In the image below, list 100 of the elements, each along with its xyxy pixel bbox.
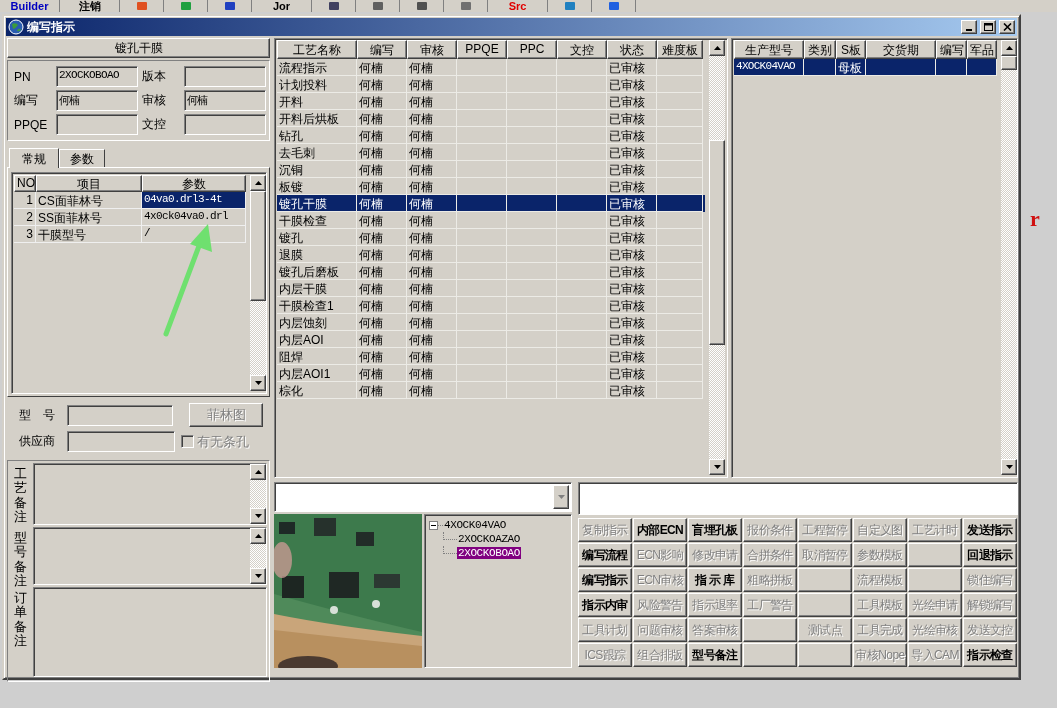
column-header[interactable]: 编写 bbox=[936, 40, 967, 59]
table-row[interactable]: 内层AOI 何楠 何楠 已审核 bbox=[277, 331, 705, 348]
collapse-icon[interactable] bbox=[429, 520, 443, 530]
close-button[interactable] bbox=[999, 20, 1015, 34]
table-row[interactable]: 退膜 何楠 何楠 已审核 bbox=[277, 246, 705, 263]
column-header[interactable]: 审核 bbox=[407, 40, 457, 59]
column-header[interactable]: PPC bbox=[507, 40, 557, 59]
scroll-down-button[interactable] bbox=[250, 568, 266, 584]
scroll-up-button[interactable] bbox=[250, 175, 266, 191]
scrollbar[interactable] bbox=[250, 175, 266, 391]
text-field[interactable]: 何楠 bbox=[184, 90, 266, 111]
tree-item[interactable]: 2XOCKOBOAO bbox=[457, 547, 521, 559]
table-row[interactable]: 内层AOI1 何楠 何楠 已审核 bbox=[277, 365, 705, 382]
column-header[interactable]: 文控 bbox=[557, 40, 607, 59]
table-row[interactable]: 去毛刺 何楠 何楠 已审核 bbox=[277, 144, 705, 161]
text-field[interactable] bbox=[578, 482, 1018, 515]
tree-item[interactable]: 4XOCK04VAO bbox=[443, 519, 507, 531]
maximize-button[interactable] bbox=[980, 20, 996, 34]
dropdown-button[interactable] bbox=[553, 485, 569, 509]
action-button[interactable]: 指 示 库 bbox=[688, 568, 742, 592]
column-header[interactable]: 参数 bbox=[142, 175, 246, 192]
action-button[interactable]: 编写指示 bbox=[578, 568, 632, 592]
table-row[interactable]: 镀孔后磨板 何楠 何楠 已审核 bbox=[277, 263, 705, 280]
table-cell[interactable]: 04va0.drl3-4t bbox=[142, 192, 246, 209]
toolbar-item[interactable]: 注销 bbox=[60, 0, 120, 12]
memo-field[interactable] bbox=[33, 527, 267, 585]
column-header[interactable]: 状态 bbox=[607, 40, 657, 59]
column-header[interactable]: 生产型号 bbox=[734, 40, 804, 59]
column-header[interactable]: NO bbox=[14, 175, 36, 192]
scrollbar-thumb[interactable] bbox=[709, 140, 725, 345]
table-row[interactable]: 钻孔 何楠 何楠 已审核 bbox=[277, 127, 705, 144]
table-row[interactable]: 镀孔 何楠 何楠 已审核 bbox=[277, 229, 705, 246]
memo-field[interactable] bbox=[33, 463, 267, 525]
toolbar-item[interactable]: Jor bbox=[252, 0, 312, 12]
table-row[interactable]: 阻焊 何楠 何楠 已审核 bbox=[277, 348, 705, 365]
tab[interactable]: 参数 bbox=[59, 149, 105, 167]
table-row[interactable]: 干膜检查1 何楠 何楠 已审核 bbox=[277, 297, 705, 314]
toolbar-icon[interactable] bbox=[607, 2, 620, 10]
scroll-down-button[interactable] bbox=[1001, 459, 1017, 475]
action-button[interactable]: 内部ECN bbox=[633, 518, 687, 542]
dropdown-field[interactable] bbox=[274, 482, 572, 512]
scroll-up-button[interactable] bbox=[250, 528, 266, 544]
scroll-up-button[interactable] bbox=[1001, 40, 1017, 56]
text-field[interactable] bbox=[184, 114, 266, 135]
action-button[interactable]: 盲埋孔板 bbox=[688, 518, 742, 542]
toolbar-icon[interactable] bbox=[371, 2, 384, 10]
column-header[interactable]: 交货期 bbox=[866, 40, 936, 59]
scrollbar[interactable] bbox=[250, 464, 266, 524]
scrollbar[interactable] bbox=[709, 40, 725, 475]
table-row[interactable]: 开料 何楠 何楠 已审核 bbox=[277, 93, 705, 110]
table-row[interactable]: 计划投料 何楠 何楠 已审核 bbox=[277, 76, 705, 93]
scroll-up-button[interactable] bbox=[709, 40, 725, 56]
text-field[interactable]: 2XOCKOBOAO bbox=[56, 66, 138, 87]
action-button[interactable]: 指示检查 bbox=[963, 643, 1017, 667]
column-header[interactable]: 项目 bbox=[36, 175, 142, 192]
action-button[interactable]: 指示内审 bbox=[578, 593, 632, 617]
table-row[interactable]: 棕化 何楠 何楠 已审核 bbox=[277, 382, 705, 399]
scrollbar-thumb[interactable] bbox=[1001, 56, 1017, 70]
toolbar-icon[interactable] bbox=[459, 2, 472, 10]
column-header[interactable]: S板 bbox=[836, 40, 866, 59]
text-field[interactable] bbox=[67, 431, 175, 452]
scrollbar[interactable] bbox=[1001, 40, 1017, 475]
text-field[interactable] bbox=[56, 114, 138, 135]
table-row[interactable]: 流程指示 何楠 何楠 已审核 bbox=[277, 59, 705, 76]
toolbar-item[interactable]: Builder bbox=[0, 0, 60, 12]
memo-field[interactable] bbox=[33, 587, 267, 677]
scrollbar-thumb[interactable] bbox=[250, 191, 266, 301]
column-header[interactable]: 军品 bbox=[967, 40, 997, 59]
text-field[interactable] bbox=[184, 66, 266, 87]
column-header[interactable]: 编写 bbox=[357, 40, 407, 59]
action-button[interactable]: 发送指示 bbox=[963, 518, 1017, 542]
scroll-down-button[interactable] bbox=[250, 375, 266, 391]
toolbar-icon[interactable] bbox=[223, 2, 236, 10]
action-button[interactable]: 编写流程 bbox=[578, 543, 632, 567]
column-header[interactable]: 难度板 bbox=[657, 40, 703, 59]
action-button[interactable]: 回退指示 bbox=[963, 543, 1017, 567]
toolbar-icon[interactable] bbox=[563, 2, 576, 10]
table-row[interactable]: 开料后烘板 何楠 何楠 已审核 bbox=[277, 110, 705, 127]
scrollbar[interactable] bbox=[250, 528, 266, 584]
action-button[interactable]: 型号备注 bbox=[688, 643, 742, 667]
tree-item[interactable]: 2XOCKOAZAO bbox=[457, 533, 521, 545]
table-row[interactable]: 4XOCK04VAO 母板 bbox=[734, 59, 997, 76]
table-row[interactable]: 内层干膜 何楠 何楠 已审核 bbox=[277, 280, 705, 297]
text-field[interactable]: 何楠 bbox=[56, 90, 138, 111]
toolbar-icon[interactable] bbox=[327, 2, 340, 10]
scroll-down-button[interactable] bbox=[250, 508, 266, 524]
table-row[interactable]: 沉铜 何楠 何楠 已审核 bbox=[277, 161, 705, 178]
table-row[interactable]: 内层蚀刻 何楠 何楠 已审核 bbox=[277, 314, 705, 331]
table-cell[interactable]: 4x0ck04va0.drl bbox=[142, 209, 246, 226]
text-field[interactable] bbox=[67, 404, 173, 426]
table-row[interactable]: 镀孔干膜 何楠 何楠 已审核 bbox=[277, 195, 705, 212]
minimize-button[interactable] bbox=[961, 20, 977, 34]
tab[interactable]: 常规 bbox=[9, 148, 59, 168]
toolbar-icon[interactable] bbox=[415, 2, 428, 10]
scroll-up-button[interactable] bbox=[250, 464, 266, 480]
column-header[interactable]: 工艺名称 bbox=[277, 40, 357, 59]
column-header[interactable]: 类别 bbox=[804, 40, 836, 59]
table-row[interactable]: 干膜检查 何楠 何楠 已审核 bbox=[277, 212, 705, 229]
column-header[interactable]: PPQE bbox=[457, 40, 507, 59]
scroll-down-button[interactable] bbox=[709, 459, 725, 475]
